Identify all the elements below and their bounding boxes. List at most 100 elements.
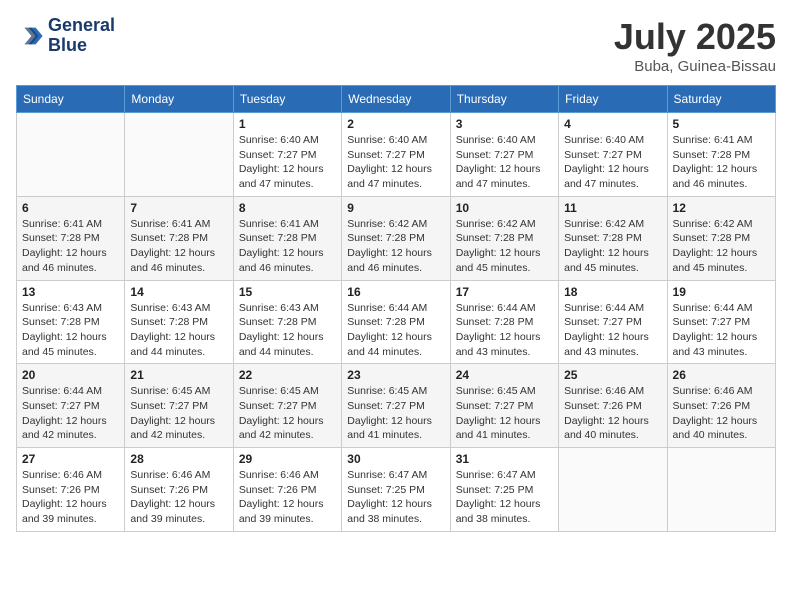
day-number: 25 xyxy=(564,368,661,382)
sunrise-label: Sunrise: 6:40 AM xyxy=(347,134,427,146)
calendar-cell: 6Sunrise: 6:41 AMSunset: 7:28 PMDaylight… xyxy=(17,196,125,280)
sunrise-label: Sunrise: 6:45 AM xyxy=(456,385,536,397)
sunrise-label: Sunrise: 6:43 AM xyxy=(130,302,210,314)
day-info: Sunrise: 6:47 AM Sunset: 7:25 PM Daylight:… xyxy=(456,468,553,527)
day-info: Sunrise: 6:45 AMSunset: 7:27 PMDaylight:… xyxy=(347,384,444,443)
sunrise-label: Sunrise: 6:42 AM xyxy=(456,218,536,230)
calendar-cell xyxy=(667,448,775,532)
calendar-cell: 26Sunrise: 6:46 AMSunset: 7:26 PMDayligh… xyxy=(667,364,775,448)
calendar-cell xyxy=(17,113,125,197)
day-info: Sunrise: 6:43 AMSunset: 7:28 PMDaylight:… xyxy=(22,301,119,360)
daylight-label: Daylight: 12 hours and 47 minutes. xyxy=(456,163,541,190)
daylight-label: Daylight: 12 hours and 41 minutes. xyxy=(347,415,432,442)
sunset-label: Sunset: 7:26 PM xyxy=(130,484,208,496)
logo-icon xyxy=(16,22,44,50)
calendar-cell: 20 Sunrise: 6:44 AMSunset: 7:27 PMDayligh… xyxy=(17,364,125,448)
sunrise-label: Sunrise: 6:46 AM xyxy=(22,469,102,481)
sunset-label: Sunset: 7:28 PM xyxy=(456,316,534,328)
sunset-label: Sunset: 7:28 PM xyxy=(130,232,208,244)
sunset-label: Sunset: 7:28 PM xyxy=(22,316,100,328)
day-number: 13 xyxy=(22,285,119,299)
sunset-label: Sunset: 7:26 PM xyxy=(22,484,100,496)
day-info: Sunrise: 6:40 AMSunset: 7:27 PMDaylight:… xyxy=(564,133,661,192)
day-info: Sunrise: 6:44 AMSunset: 7:28 PMDaylight:… xyxy=(347,301,444,360)
weekday-header-friday: Friday xyxy=(559,86,667,113)
sunrise-label: Sunrise: 6:40 AM xyxy=(239,134,319,146)
day-number: 3 xyxy=(456,117,553,131)
day-info: Sunrise: 6:45 AMSunset: 7:27 PMDaylight:… xyxy=(239,384,336,443)
calendar-cell: 11 Sunrise: 6:42 AMSunset: 7:28 PMDayligh… xyxy=(559,196,667,280)
sunset-label: Sunset: 7:27 PM xyxy=(22,400,100,412)
calendar-cell: 19Sunrise: 6:44 AMSunset: 7:27 PMDayligh… xyxy=(667,280,775,364)
calendar-week-row: 27Sunrise: 6:46 AMSunset: 7:26 PMDayligh… xyxy=(17,448,776,532)
sunset-label: Sunset: 7:28 PM xyxy=(239,232,317,244)
sunrise-label: Sunrise: 6:40 AM xyxy=(564,134,644,146)
day-number: 11 xyxy=(564,201,661,215)
sunrise-label: Sunrise: 6:44 AM xyxy=(347,302,427,314)
sunrise-label: Sunrise: 6:43 AM xyxy=(239,302,319,314)
sunset-label: Sunset: 7:28 PM xyxy=(673,149,751,161)
day-number: 29 xyxy=(239,452,336,466)
weekday-header-monday: Monday xyxy=(125,86,233,113)
sunrise-label: Sunrise: 6:46 AM xyxy=(239,469,319,481)
location: Buba, Guinea-Bissau xyxy=(614,58,776,75)
calendar-cell xyxy=(559,448,667,532)
day-info: Sunrise: 6:43 AMSunset: 7:28 PMDaylight:… xyxy=(130,301,227,360)
calendar-cell: 25Sunrise: 6:46 AMSunset: 7:26 PMDayligh… xyxy=(559,364,667,448)
sunset-label: Sunset: 7:25 PM xyxy=(456,484,534,496)
weekday-header-saturday: Saturday xyxy=(667,86,775,113)
daylight-label: Daylight: 12 hours and 43 minutes. xyxy=(456,331,541,358)
sunset-label: Sunset: 7:28 PM xyxy=(347,316,425,328)
day-number: 17 xyxy=(456,285,553,299)
sunrise-label: Sunrise: 6:42 AM xyxy=(347,218,427,230)
day-number: 31 xyxy=(456,452,553,466)
day-info: Sunrise: 6:42 AMSunset: 7:28 PMDaylight:… xyxy=(347,217,444,276)
day-info: Sunrise: 6:47 AMSunset: 7:25 PMDaylight:… xyxy=(347,468,444,527)
day-info: Sunrise: 6:42 AMSunset: 7:28 PMDaylight:… xyxy=(564,217,661,276)
weekday-header-sunday: Sunday xyxy=(17,86,125,113)
day-info: Sunrise: 6:40 AMSunset: 7:27 PMDaylight:… xyxy=(347,133,444,192)
sunset-label: Sunset: 7:27 PM xyxy=(564,316,642,328)
day-number: 27 xyxy=(22,452,119,466)
daylight-label: Daylight: 12 hours and 46 minutes. xyxy=(673,163,758,190)
sunrise-label: Sunrise: 6:47 AM xyxy=(456,469,536,481)
day-number: 24 xyxy=(456,368,553,382)
day-number: 23 xyxy=(347,368,444,382)
day-info: Sunrise: 6:41 AMSunset: 7:28 PMDaylight:… xyxy=(130,217,227,276)
calendar-cell: 5Sunrise: 6:41 AMSunset: 7:28 PMDaylight… xyxy=(667,113,775,197)
sunset-label: Sunset: 7:27 PM xyxy=(347,400,425,412)
sunrise-label: Sunrise: 6:41 AM xyxy=(673,134,753,146)
sunrise-label: Sunrise: 6:45 AM xyxy=(239,385,319,397)
calendar-cell: 18Sunrise: 6:44 AMSunset: 7:27 PMDayligh… xyxy=(559,280,667,364)
sunset-label: Sunset: 7:28 PM xyxy=(22,232,100,244)
day-number: 15 xyxy=(239,285,336,299)
sunrise-label: Sunrise: 6:46 AM xyxy=(130,469,210,481)
calendar-cell: 24 Sunrise: 6:45 AMSunset: 7:27 PMDayligh… xyxy=(450,364,558,448)
logo: General Blue xyxy=(16,16,115,56)
day-number: 18 xyxy=(564,285,661,299)
day-info: Sunrise: 6:41 AMSunset: 7:28 PMDaylight:… xyxy=(239,217,336,276)
weekday-header-wednesday: Wednesday xyxy=(342,86,450,113)
title-block: July 2025 Buba, Guinea-Bissau xyxy=(614,16,776,75)
calendar-cell: 8Sunrise: 6:41 AMSunset: 7:28 PMDaylight… xyxy=(233,196,341,280)
day-info: Sunrise: 6:40 AMSunset: 7:27 PMDaylight:… xyxy=(456,133,553,192)
day-info: Sunrise: 6:44 AMSunset: 7:27 PMDaylight:… xyxy=(22,384,119,443)
calendar-cell: 30Sunrise: 6:47 AMSunset: 7:25 PMDayligh… xyxy=(342,448,450,532)
calendar-cell: 28Sunrise: 6:46 AMSunset: 7:26 PMDayligh… xyxy=(125,448,233,532)
day-info: Sunrise: 6:45 AMSunset: 7:27 PMDaylight:… xyxy=(456,384,553,443)
day-number: 20 xyxy=(22,368,119,382)
daylight-label: Daylight: 12 hours and 45 minutes. xyxy=(456,247,541,274)
day-info: Sunrise: 6:46 AMSunset: 7:26 PMDaylight:… xyxy=(239,468,336,527)
calendar-week-row: 6Sunrise: 6:41 AMSunset: 7:28 PMDaylight… xyxy=(17,196,776,280)
sunset-label: Sunset: 7:27 PM xyxy=(347,149,425,161)
daylight-label: Daylight: 12 hours and 42 minutes. xyxy=(239,415,324,442)
daylight-label: Daylight: 12 hours and 44 minutes. xyxy=(239,331,324,358)
sunset-label: Sunset: 7:26 PM xyxy=(564,400,642,412)
day-info: Sunrise: 6:46 AMSunset: 7:26 PMDaylight:… xyxy=(673,384,770,443)
daylight-label: Daylight: 12 hours and 46 minutes. xyxy=(130,247,215,274)
day-info: Sunrise: 6:42 AMSunset: 7:28 PMDaylight:… xyxy=(456,217,553,276)
day-number: 16 xyxy=(347,285,444,299)
calendar-cell: 15Sunrise: 6:43 AMSunset: 7:28 PMDayligh… xyxy=(233,280,341,364)
sunrise-label: Sunrise: 6:44 AM xyxy=(456,302,536,314)
daylight-label: Daylight: 12 hours and 38 minutes. xyxy=(456,498,541,525)
